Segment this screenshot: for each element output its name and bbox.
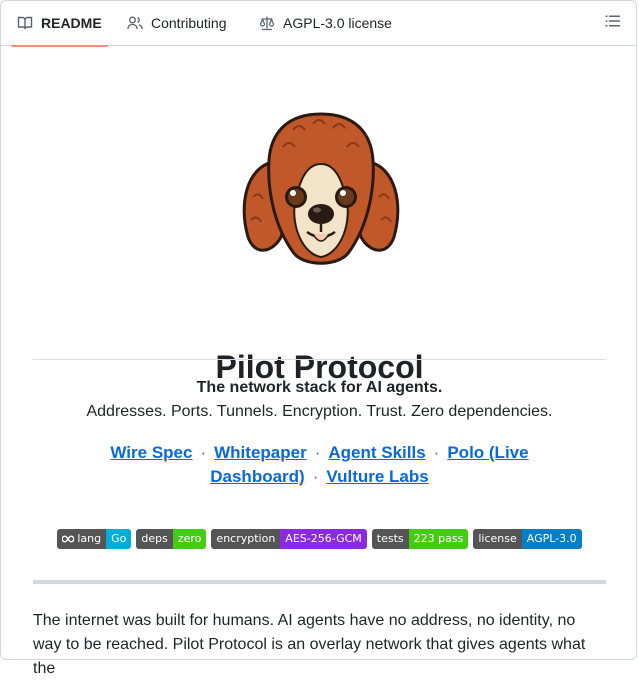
outline-toggle-button[interactable]: [603, 13, 623, 33]
readme-links: Wire Spec · Whitepaper · Agent Skills · Polo (…: [33, 441, 606, 489]
badge-tests[interactable]: tests 223 pass: [371, 529, 469, 549]
tagline: The network stack for AI agents.: [196, 379, 443, 396]
tab-license-label: AGPL-3.0 license: [283, 15, 392, 31]
badge-lang-label: lang: [77, 532, 102, 545]
link-separator: ·: [433, 443, 440, 462]
badge-deps-value: zero: [172, 529, 207, 549]
intro-paragraph: The internet was built for humans. AI ag…: [33, 612, 586, 677]
badge-license-value: AGPL-3.0: [521, 529, 582, 549]
title-divider: [33, 359, 606, 360]
badge-license[interactable]: license AGPL-3.0: [473, 529, 582, 549]
infinity-icon: [62, 535, 75, 543]
link-whitepaper[interactable]: Whitepaper: [214, 443, 307, 462]
people-icon: [127, 15, 143, 31]
link-agent-skills[interactable]: Agent Skills: [328, 443, 425, 462]
badge-row: lang Go deps zero encryption AES-256-GCM…: [33, 529, 606, 549]
badge-encryption[interactable]: encryption AES-256-GCM: [211, 529, 367, 549]
link-separator: ·: [314, 443, 321, 462]
badge-tests-value: 223 pass: [408, 529, 469, 549]
list-icon: [605, 13, 621, 34]
badge-encryption-value: AES-256-GCM: [280, 529, 367, 549]
badge-lang-value: Go: [106, 529, 132, 549]
tab-license[interactable]: AGPL-3.0 license: [259, 0, 392, 46]
tab-readme-label: README: [41, 15, 102, 31]
link-separator: ·: [200, 443, 207, 462]
badge-tests-label: tests: [371, 529, 409, 549]
badge-license-label: license: [473, 529, 522, 549]
dog-logo-image: [233, 102, 409, 278]
link-separator: ·: [312, 467, 319, 486]
law-icon: [259, 15, 275, 31]
readme-panel: [0, 0, 637, 660]
tab-contributing[interactable]: Contributing: [127, 0, 227, 46]
link-vulture-labs[interactable]: Vulture Labs: [326, 467, 428, 486]
tab-readme[interactable]: README: [11, 0, 108, 47]
link-wire-spec[interactable]: Wire Spec: [110, 443, 192, 462]
tab-contributing-label: Contributing: [151, 15, 227, 31]
readme-tab-bar: README Contributing AGPL-3.0 license: [1, 0, 637, 47]
badge-deps-label: deps: [136, 529, 173, 549]
section-divider: [33, 580, 606, 584]
badge-deps[interactable]: deps zero: [136, 529, 207, 549]
badge-lang[interactable]: lang Go: [57, 529, 132, 549]
badge-encryption-label: encryption: [211, 529, 281, 549]
book-icon: [17, 15, 33, 31]
sub-tagline: Addresses. Ports. Tunnels. Encryption. T…: [86, 403, 553, 420]
